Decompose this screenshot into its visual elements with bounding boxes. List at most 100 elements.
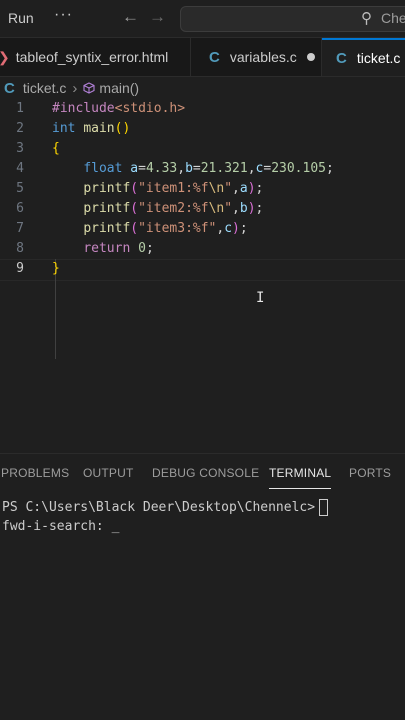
tab-label: variables.c bbox=[229, 49, 297, 65]
code-token: main bbox=[83, 121, 115, 136]
code-token: ; bbox=[325, 161, 334, 176]
tab-ticket[interactable]: C ticket.c bbox=[322, 38, 405, 76]
code-token: "item2:%f bbox=[138, 201, 209, 216]
back-arrow-icon[interactable]: ← bbox=[122, 7, 139, 27]
code-token: , bbox=[247, 161, 256, 176]
line-number: 8 bbox=[16, 241, 24, 256]
code-token: ; bbox=[255, 201, 264, 216]
line-number: 3 bbox=[16, 141, 24, 156]
code-token: return bbox=[83, 241, 131, 256]
code-token: 230.105 bbox=[271, 161, 326, 176]
code-token: ( bbox=[130, 181, 139, 196]
code-line[interactable]: 3{ bbox=[0, 139, 405, 159]
tab-ports[interactable]: PORTS bbox=[349, 466, 391, 480]
code-token: b bbox=[239, 201, 248, 216]
code-token: 21.321 bbox=[200, 161, 248, 176]
search-icon: ⚲ bbox=[361, 10, 372, 27]
code-token: ; bbox=[255, 181, 264, 196]
breadcrumb-file[interactable]: ticket.c bbox=[23, 80, 67, 96]
tab-label: tableof_syntix_error.html bbox=[15, 49, 169, 65]
tab-terminal[interactable]: TERMINAL bbox=[269, 466, 332, 489]
line-number: 7 bbox=[16, 221, 24, 236]
code-token: \n bbox=[208, 201, 225, 216]
code-token: () bbox=[114, 121, 131, 136]
terminal-search-line: fwd-i-search: _ bbox=[2, 519, 120, 534]
code-token: a bbox=[239, 181, 248, 196]
search-text: Che bbox=[381, 10, 405, 26]
method-cube-icon bbox=[83, 82, 95, 94]
terminal-cursor bbox=[319, 499, 329, 516]
menu-run[interactable]: Run bbox=[8, 10, 34, 26]
command-center-search[interactable]: ⚲ Che bbox=[180, 6, 405, 32]
panel-tabs: PROBLEMS OUTPUT DEBUG CONSOLE TERMINAL P… bbox=[0, 453, 405, 494]
code-token: "item1:%f bbox=[138, 181, 209, 196]
breadcrumb: C ticket.c › main() bbox=[0, 77, 405, 99]
code-token: 4.33 bbox=[145, 161, 178, 176]
forward-arrow-icon[interactable]: → bbox=[149, 7, 166, 27]
code-token: ) bbox=[247, 201, 256, 216]
tab-label: ticket.c bbox=[356, 50, 401, 66]
code-text: printf("item3:%f",c); bbox=[52, 219, 248, 239]
line-number: 2 bbox=[16, 121, 24, 136]
code-editor[interactable]: I 1 #include<stdio.h> 2 int main() 3{4 float… bbox=[0, 99, 405, 439]
code-token: , bbox=[177, 161, 186, 176]
code-text: return 0; bbox=[52, 239, 154, 259]
code-token: a bbox=[130, 161, 139, 176]
code-token: ) bbox=[247, 181, 256, 196]
line-number: 6 bbox=[16, 201, 24, 216]
code-token: ; bbox=[239, 221, 248, 236]
code-token: b bbox=[185, 161, 193, 176]
tab-variables[interactable]: C variables.c bbox=[191, 38, 322, 76]
code-text: { bbox=[52, 139, 60, 159]
terminal[interactable]: PS C:\Users\Black Deer\Desktop\Chennelc>… bbox=[0, 497, 405, 720]
code-token: , bbox=[232, 181, 240, 196]
text-cursor-ibeam-icon: I bbox=[256, 290, 265, 306]
code-token: " bbox=[224, 181, 233, 196]
code-token: \n bbox=[208, 181, 225, 196]
tab-output[interactable]: OUTPUT bbox=[83, 466, 134, 480]
tab-problems[interactable]: PROBLEMS bbox=[1, 466, 69, 480]
terminal-prompt-line: PS C:\Users\Black Deer\Desktop\Chennelc> bbox=[2, 498, 329, 518]
code-token: #include bbox=[52, 101, 115, 116]
code-text: float a=4.33,b=21.321,c=230.105; bbox=[52, 159, 334, 179]
unsaved-dot-icon[interactable] bbox=[306, 53, 315, 61]
tab-debug-console[interactable]: DEBUG CONSOLE bbox=[152, 466, 259, 480]
code-line[interactable]: 1 #include<stdio.h> bbox=[0, 99, 405, 119]
code-token: = bbox=[138, 161, 146, 176]
line-number: 4 bbox=[16, 161, 24, 176]
code-line[interactable]: 9} bbox=[0, 259, 405, 279]
code-token: = bbox=[263, 161, 272, 176]
code-line[interactable]: 4 float a=4.33,b=21.321,c=230.105; bbox=[0, 159, 405, 179]
code-token: c bbox=[224, 221, 233, 236]
code-text: printf("item1:%f\n",a); bbox=[52, 179, 263, 199]
code-token: float bbox=[83, 161, 123, 176]
c-file-icon: C bbox=[336, 49, 347, 67]
code-line[interactable]: 7 printf("item3:%f",c); bbox=[0, 219, 405, 239]
code-token: int bbox=[52, 121, 76, 136]
code-token: } bbox=[52, 261, 60, 276]
code-text: printf("item2:%f\n",b); bbox=[52, 199, 263, 219]
code-token: ( bbox=[130, 221, 139, 236]
code-token: ; bbox=[145, 241, 154, 256]
breadcrumb-symbol[interactable]: main() bbox=[99, 80, 139, 96]
code-token: , bbox=[232, 201, 240, 216]
c-file-icon: C bbox=[4, 79, 15, 97]
code-token: " bbox=[224, 201, 233, 216]
more-menu-icon[interactable]: ··· bbox=[54, 6, 73, 24]
chevron-right-icon: › bbox=[72, 79, 78, 97]
code-token: printf bbox=[83, 201, 131, 216]
line-number: 9 bbox=[16, 261, 24, 276]
code-line[interactable]: 2 int main() bbox=[0, 119, 405, 139]
html-arrow-icon: ❯ bbox=[0, 49, 10, 66]
code-line[interactable]: 8 return 0; bbox=[0, 239, 405, 259]
code-line[interactable]: 5 printf("item1:%f\n",a); bbox=[0, 179, 405, 199]
tab-tableof-syntix-error[interactable]: ❯ tableof_syntix_error.html bbox=[0, 38, 191, 76]
code-text: } bbox=[52, 259, 60, 279]
code-line[interactable]: 6 printf("item2:%f\n",b); bbox=[0, 199, 405, 219]
code-text: #include<stdio.h> bbox=[52, 99, 185, 119]
code-token: ) bbox=[232, 221, 240, 236]
